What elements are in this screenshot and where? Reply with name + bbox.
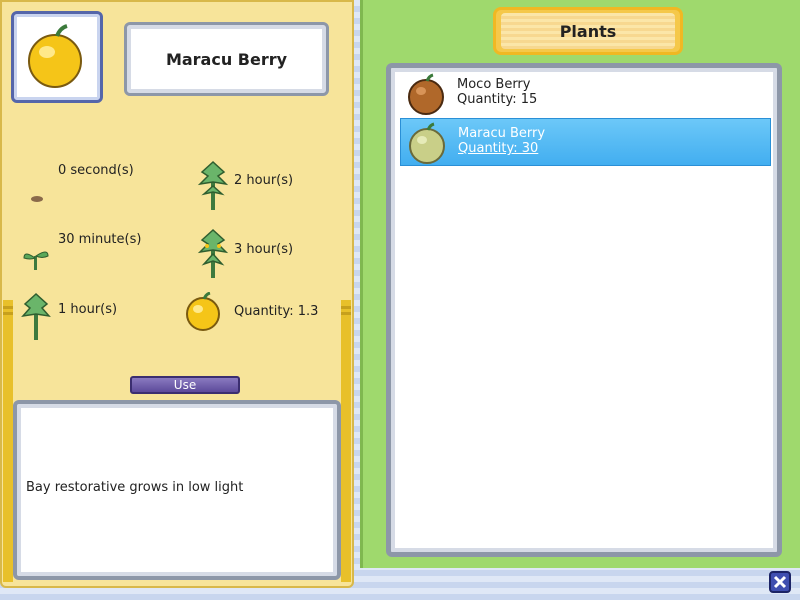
list-item-quantity: Quantity: 15 bbox=[457, 92, 538, 107]
seed-icon bbox=[31, 196, 43, 202]
plants-tab-title: Plants bbox=[501, 13, 675, 49]
list-item-name: Maracu Berry bbox=[458, 126, 546, 141]
stage-label-fruiting: 3 hour(s) bbox=[234, 242, 294, 257]
maracu-berry-icon bbox=[28, 24, 82, 88]
close-icon[interactable] bbox=[769, 571, 791, 593]
stage-label-young: 1 hour(s) bbox=[58, 302, 118, 317]
item-name: Maracu Berry bbox=[124, 22, 329, 96]
item-description: Bay restorative grows in low light bbox=[26, 480, 244, 495]
list-item-maracu-berry[interactable]: Maracu Berry Quantity: 30 bbox=[400, 118, 771, 166]
young-plant-icon bbox=[21, 292, 51, 340]
sprout-icon bbox=[23, 251, 49, 270]
stage-label-sprout: 30 minute(s) bbox=[58, 232, 142, 247]
item-icon-frame bbox=[11, 11, 103, 103]
yield-quantity: Quantity: 1.3 bbox=[234, 304, 319, 319]
maracu-berry-icon bbox=[409, 122, 445, 164]
fruiting-plant-icon bbox=[197, 228, 229, 278]
berry-yield-icon bbox=[186, 292, 220, 331]
stage-label-seed: 0 second(s) bbox=[58, 163, 134, 178]
list-item-moco-berry[interactable]: Moco Berry Quantity: 15 bbox=[400, 70, 771, 118]
list-item-quantity: Quantity: 30 bbox=[458, 141, 539, 156]
panel-trim-right bbox=[341, 300, 351, 582]
panel-trim-left bbox=[3, 300, 13, 582]
moco-berry-icon bbox=[408, 73, 444, 115]
list-item-name: Moco Berry bbox=[457, 77, 531, 92]
stage-label-flowering: 2 hour(s) bbox=[234, 173, 294, 188]
flowering-plant-icon bbox=[197, 160, 229, 210]
use-button[interactable]: Use bbox=[130, 376, 240, 394]
